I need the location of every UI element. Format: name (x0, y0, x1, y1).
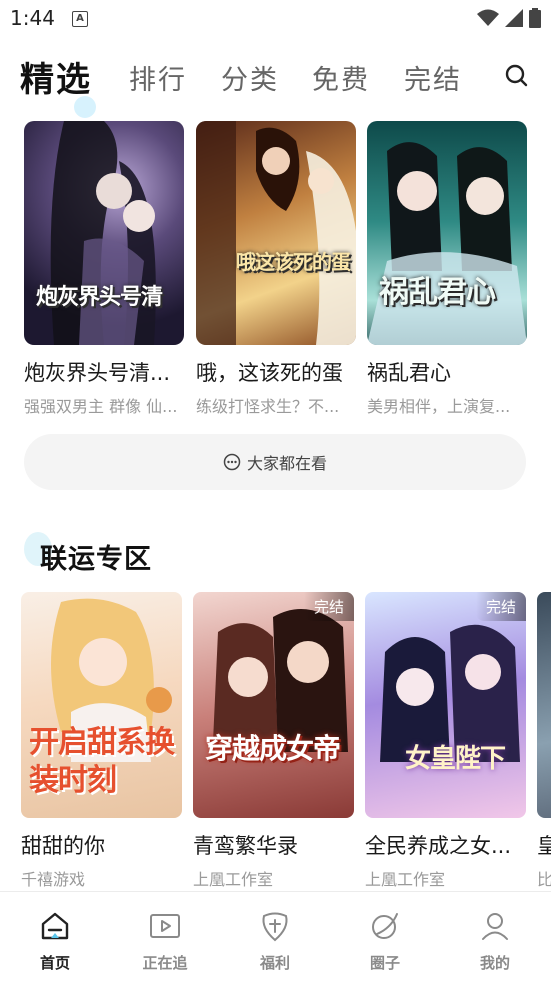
nav-label: 首页 (39, 954, 70, 972)
status-time: 1:44 (10, 6, 55, 30)
tab-ranking[interactable]: 排行 (129, 58, 187, 97)
system-icons (477, 8, 541, 28)
game-studio: 千禧游戏 (21, 870, 86, 889)
book-title: 哦，这该死的蛋 (196, 361, 343, 385)
game-card[interactable]: 完结 穿越成女帝 青鸾繁华录 上凰工作室 (193, 592, 354, 890)
game-title: 全民养成之女... (365, 834, 512, 858)
nav-label: 我的 (479, 954, 510, 972)
cover-illustration (50, 121, 156, 345)
battery-icon (529, 8, 541, 28)
nav-label: 圈子 (369, 954, 400, 972)
top-tabs: 精选 排行 分类 免费 完结 (0, 52, 551, 118)
game-title: 甜甜的你 (21, 834, 105, 858)
book-cover[interactable]: 祸乱君心 (367, 121, 527, 345)
game-title: 皇 (537, 830, 551, 860)
home-icon (41, 912, 69, 940)
game-cover[interactable]: 开启甜系换装时刻 (21, 592, 182, 818)
cover-title-art: 哦这该死的蛋 (236, 250, 351, 274)
watch-button-label: 大家都在看 (246, 454, 327, 473)
cover-title-art: 炮灰界头号清 (36, 285, 163, 310)
game-cover[interactable]: 完结 女皇陛下 (365, 592, 526, 818)
chat-dots-icon (223, 453, 241, 471)
book-cover[interactable]: 哦这该死的蛋 (196, 121, 356, 345)
tab-free[interactable]: 免费 (312, 58, 370, 97)
game-card[interactable]: 开启甜系换装时刻 甜甜的你 千禧游戏 (21, 592, 182, 890)
circle-icon (372, 913, 398, 939)
nav-profile[interactable]: 我的 (455, 908, 535, 973)
completed-badge: 完结 (303, 592, 354, 621)
status-bar: 1:44 A (0, 0, 551, 36)
cover-title-art: 穿越成女帝 (205, 732, 341, 765)
notification-icon: A (72, 11, 88, 27)
everyone-watching-button[interactable]: 大家都在看 (24, 434, 526, 490)
game-studio: 比 (537, 870, 551, 889)
cover-title-art: 开启甜系换装时刻 (29, 725, 175, 798)
featured-list: 炮灰界头号清 炮灰界头号清... 强强双男主 群像 仙... 哦这该死的蛋 哦，… (24, 121, 534, 421)
book-subtitle: 强强双男主 群像 仙... (24, 397, 178, 416)
book-title: 炮灰界头号清... (24, 361, 171, 385)
tab-completed[interactable]: 完结 (404, 58, 462, 97)
game-studio: 上凰工作室 (193, 870, 274, 889)
cover-illustration (367, 142, 527, 345)
nav-home[interactable]: 首页 (15, 908, 95, 973)
game-card[interactable]: 皇 比 (537, 592, 551, 890)
tab-featured[interactable]: 精选 (20, 52, 92, 101)
cover-illustration (213, 609, 348, 752)
game-cover[interactable]: 完结 穿越成女帝 (193, 592, 354, 818)
joint-games-list: 开启甜系换装时刻 甜甜的你 千禧游戏 完结 穿越成女帝 青鸾繁华录 上凰工作室 (21, 592, 551, 892)
bottom-navigation: 首页 正在追 福利 圈子 我的 (0, 891, 551, 982)
book-subtitle: 美男相伴，上演复... (367, 397, 511, 416)
cover-title-art: 祸乱君心 (379, 275, 496, 310)
play-icon (150, 914, 180, 938)
book-title: 祸乱君心 (367, 361, 451, 385)
nav-label: 福利 (259, 954, 290, 972)
game-studio: 上凰工作室 (365, 870, 446, 889)
nav-following[interactable]: 正在追 (125, 908, 205, 973)
completed-badge: 完结 (475, 592, 526, 621)
book-card[interactable]: 祸乱君心 祸乱君心 美男相伴，上演复... (367, 121, 527, 417)
signal-icon (505, 9, 523, 27)
cover-illustration (196, 121, 356, 345)
game-card[interactable]: 完结 女皇陛下 全民养成之女... 上凰工作室 (365, 592, 526, 890)
nav-label: 正在追 (142, 954, 188, 972)
profile-icon (482, 913, 508, 940)
nav-circle[interactable]: 圈子 (345, 908, 425, 973)
wifi-icon (477, 9, 499, 26)
section-title: 联运专区 (40, 544, 152, 575)
cover-illustration (380, 624, 520, 762)
search-icon[interactable] (503, 62, 529, 88)
gift-icon (262, 912, 288, 942)
cover-title-art: 女皇陛下 (405, 744, 506, 774)
book-card[interactable]: 炮灰界头号清 炮灰界头号清... 强强双男主 群像 仙... (24, 121, 184, 417)
book-cover[interactable]: 炮灰界头号清 (24, 121, 184, 345)
tab-category[interactable]: 分类 (221, 58, 279, 97)
book-card[interactable]: 哦这该死的蛋 哦，这该死的蛋 练级打怪求生？不... (196, 121, 356, 417)
book-subtitle: 练级打怪求生？不... (196, 397, 340, 416)
nav-benefits[interactable]: 福利 (235, 908, 315, 973)
game-title: 青鸾繁华录 (193, 834, 298, 858)
game-cover[interactable] (537, 592, 551, 818)
